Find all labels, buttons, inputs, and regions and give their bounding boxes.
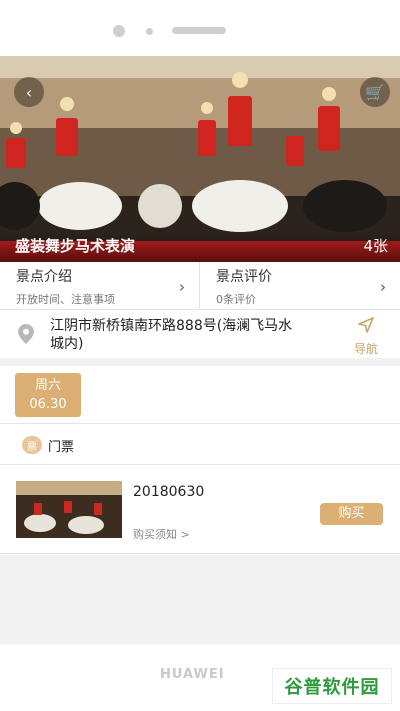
back-button[interactable]: ‹	[14, 77, 44, 107]
navigation-arrow-icon	[358, 317, 374, 333]
address-text: 江阴市新桥镇南环路888号(海澜飞马水城内)	[50, 318, 293, 352]
address-row: 江阴市新桥镇南环路888号(海澜飞马水城内) 导航	[0, 310, 400, 358]
page-background	[0, 555, 400, 645]
section-divider	[0, 358, 400, 366]
date-selector: 周六 06.30	[0, 366, 400, 424]
hero-image-carousel[interactable]: ‹ 🛒 盛装舞步马术表演 4张	[0, 56, 400, 262]
scenic-intro-subtitle: 开放时间、注意事项	[16, 293, 115, 306]
phone-top-bezel	[0, 0, 400, 56]
date-day: 06.30	[29, 397, 67, 412]
ticket-list-item[interactable]: 20180630 购买须知 > 购买	[0, 466, 400, 554]
tickets-header: 票 门票	[0, 425, 400, 465]
scenic-review-title: 景点评价	[216, 269, 272, 285]
tickets-label: 门票	[48, 440, 75, 455]
date-weekday: 周六	[34, 378, 61, 393]
photo-count: 4张	[363, 237, 388, 255]
earpiece-speaker	[172, 27, 226, 34]
device-brand: HUAWEI	[160, 667, 225, 682]
scenic-intro-link[interactable]: 景点介绍 开放时间、注意事项 ›	[0, 262, 200, 310]
ticket-icon: 票	[22, 436, 42, 454]
hero-title: 盛装舞步马术表演	[15, 237, 136, 255]
cart-icon: 🛒	[365, 82, 385, 102]
location-pin-icon	[18, 324, 34, 344]
ticket-date: 20180630	[133, 484, 205, 500]
chevron-right-icon: ›	[380, 278, 386, 296]
scenic-review-link[interactable]: 景点评价 0条评价 ›	[200, 262, 400, 310]
watermark: 谷普软件园	[272, 668, 392, 704]
navigation-button[interactable]: 导航	[348, 316, 384, 357]
proximity-sensor	[146, 28, 153, 35]
purchase-notice-link[interactable]: 购买须知 >	[133, 526, 190, 542]
cart-button[interactable]: 🛒	[360, 77, 390, 107]
ticket-thumbnail	[16, 481, 122, 538]
scenic-intro-title: 景点介绍	[16, 269, 72, 285]
chevron-left-icon: ‹	[25, 82, 33, 102]
navigation-label: 导航	[353, 342, 378, 356]
info-row: 景点介绍 开放时间、注意事项 › 景点评价 0条评价 ›	[0, 262, 400, 310]
date-chip-selected[interactable]: 周六 06.30	[15, 373, 81, 417]
front-camera	[113, 25, 125, 37]
buy-button[interactable]: 购买	[320, 503, 383, 525]
chevron-right-icon: ›	[179, 278, 185, 296]
scenic-review-count: 0条评价	[216, 293, 256, 306]
